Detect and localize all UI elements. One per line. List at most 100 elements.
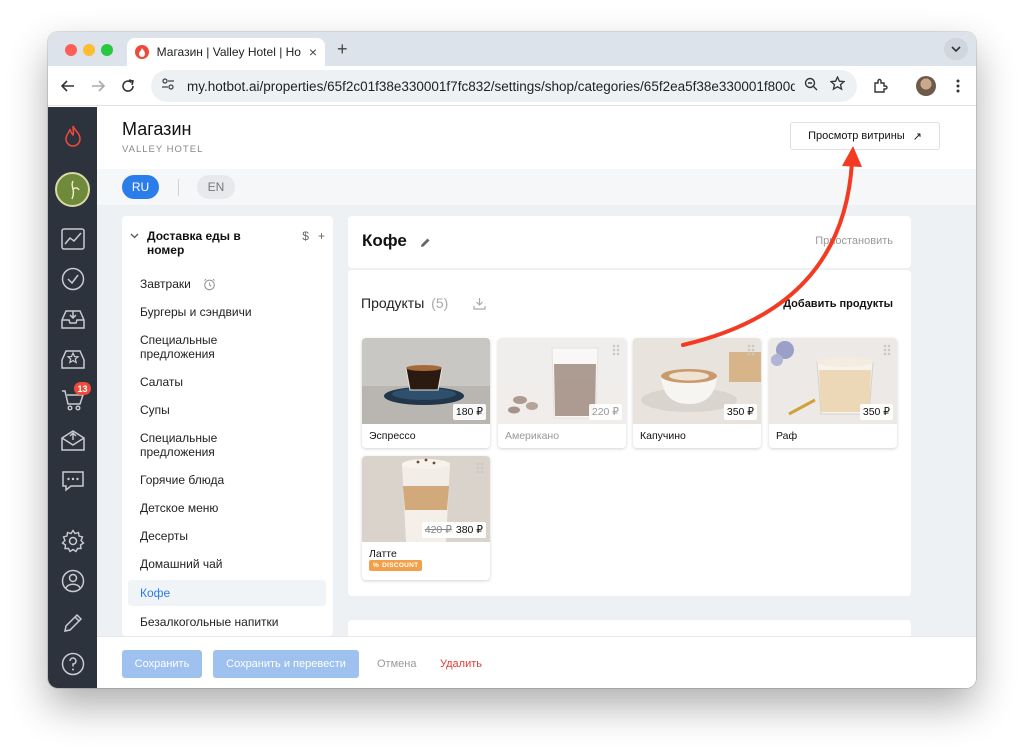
address-bar[interactable]: my.hotbot.ai/properties/65f2c01f38e33000… [151,70,857,102]
products-count: (5) [431,295,449,311]
price-value: 350 ₽ [862,406,890,418]
category-item[interactable]: Специальные предложения [128,326,326,368]
category-item[interactable]: Специальные предложения [128,424,326,466]
product-price: 180 ₽ [452,404,486,420]
url-text[interactable]: my.hotbot.ai/properties/65f2c01f38e33000… [187,79,795,94]
category-title: Кофе [362,231,407,250]
products-heading: Продукты (5) [361,295,448,311]
profile-icon[interactable] [60,568,85,593]
hotel-name: VALLEY HOTEL [122,144,204,155]
lang-ru-button[interactable]: RU [122,175,159,199]
category-item[interactable]: Супы [128,396,326,424]
lang-en-button[interactable]: EN [197,175,235,199]
product-name: Капучино [640,430,686,442]
category-item[interactable]: Завтраки [128,270,326,298]
extensions-icon[interactable] [870,76,890,96]
cancel-button[interactable]: Отмена [377,658,416,670]
product-card-disabled[interactable]: 220 ₽ Американо [498,338,626,448]
tab-search-chevron-icon[interactable] [944,38,968,60]
close-window-button[interactable] [65,44,77,56]
category-item-label: Бургеры и сэндвичи [140,305,252,319]
forward-icon[interactable] [88,76,108,96]
category-item[interactable]: Горячие блюда [128,466,326,494]
site-settings-icon[interactable] [161,77,175,95]
hotel-logo[interactable] [55,172,90,207]
drag-handle-icon[interactable] [476,462,484,474]
download-icon[interactable] [473,297,486,315]
hotbot-favicon-icon [135,45,149,59]
back-icon[interactable] [58,76,78,96]
product-name: Американо [505,430,560,442]
product-card[interactable]: 420 ₽ 380 ₽ Латте % DISCOUNT [362,456,490,580]
category-item[interactable]: Безалкогольные напитки [128,608,326,636]
app-sidebar: 13 [48,107,97,688]
categories-panel: Доставка еды в номер $ + Завтраки Бургер… [122,216,333,636]
hotbot-logo-icon[interactable] [60,123,85,148]
price-value: 220 ₽ [591,406,619,418]
percent-icon: % [373,562,380,569]
drag-handle-icon[interactable] [747,344,755,356]
category-item-label: Супы [140,403,170,417]
mailing-icon[interactable] [60,427,85,452]
browser-tabbar: Магазин | Valley Hotel | Hotbot × + [48,32,976,66]
category-item-label: Завтраки [140,277,191,291]
maximize-window-button[interactable] [101,44,113,56]
tasks-check-icon[interactable] [60,266,85,291]
bookmark-star-icon[interactable] [829,75,846,96]
save-and-translate-button[interactable]: Сохранить и перевести [213,650,359,678]
new-tab-icon[interactable]: + [337,39,348,60]
browser-menu-icon[interactable] [948,76,968,96]
chat-icon[interactable] [60,468,85,493]
category-item-label: Салаты [140,375,184,389]
delete-button[interactable]: Удалить [440,658,482,670]
analytics-icon[interactable] [60,226,85,251]
suspend-button[interactable]: Приостановить [815,235,893,247]
form-footer: Сохранить Сохранить и перевести Отмена У… [97,636,976,688]
minimize-window-button[interactable] [83,44,95,56]
add-products-button[interactable]: Добавить продукты [783,298,893,310]
chevron-down-icon[interactable] [130,231,140,257]
profile-avatar[interactable] [916,76,936,96]
browser-toolbar: my.hotbot.ai/properties/65f2c01f38e33000… [48,66,976,106]
view-storefront-button[interactable]: Просмотр витрины ↗ [790,122,940,150]
product-name: Эспрессо [369,430,416,442]
product-name: Раф [776,430,798,442]
category-group[interactable]: Доставка еды в номер $ + [130,229,325,257]
add-category-icon[interactable]: + [318,229,325,243]
drag-handle-icon[interactable] [476,344,484,356]
category-item-label: Детское меню [140,501,219,515]
help-icon[interactable] [60,651,85,676]
drag-handle-icon[interactable] [612,344,620,356]
currency-icon[interactable]: $ [302,229,309,243]
category-item[interactable]: Бургеры и сэндвичи [128,298,326,326]
category-item-active[interactable]: Кофе [128,580,326,606]
drag-handle-icon[interactable] [883,344,891,356]
products-heading-label: Продукты [361,295,425,311]
category-item-label: Безалкогольные напитки [140,615,279,629]
reload-icon[interactable] [118,76,138,96]
category-item[interactable]: Салаты [128,368,326,396]
product-card[interactable]: 350 ₽ Раф [769,338,897,448]
edit-title-icon[interactable] [420,235,431,253]
category-header: Кофе Приостановить [348,216,911,268]
edit-pencil-icon[interactable] [60,610,85,635]
zoom-icon[interactable] [804,77,818,96]
alarm-clock-icon [203,278,216,291]
tab-close-icon[interactable]: × [309,44,317,60]
category-item-label: Кофе [140,586,171,600]
price-value: 180 ₽ [455,406,483,418]
save-button[interactable]: Сохранить [122,650,202,678]
discount-label: DISCOUNT [382,562,419,569]
browser-tab[interactable]: Магазин | Valley Hotel | Hotbot × [127,38,325,66]
category-item[interactable]: Детское меню [128,494,326,522]
inbox-icon[interactable] [60,306,85,331]
category-item[interactable]: Десерты [128,522,326,550]
product-card[interactable]: 350 ₽ Капучино [633,338,761,448]
product-card[interactable]: 180 ₽ Эспрессо [362,338,490,448]
view-storefront-label: Просмотр витрины [808,130,905,142]
products-section: Продукты (5) Добавить продукты 180 ₽ Эсп… [348,270,911,596]
reviews-star-icon[interactable] [60,346,85,371]
category-item[interactable]: Домашний чай [128,550,326,578]
settings-gear-icon[interactable] [60,528,85,553]
product-price: 420 ₽ 380 ₽ [421,522,486,538]
